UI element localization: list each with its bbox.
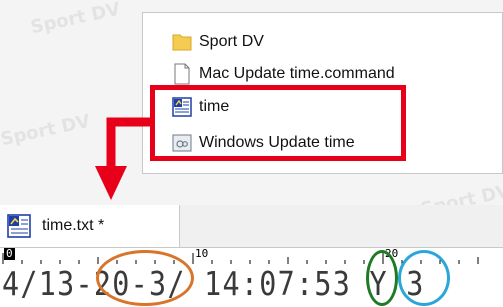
highlight-box: [150, 85, 406, 161]
value-highlight-oval: [398, 250, 450, 306]
tab-bar: time.txt *: [0, 205, 503, 248]
text-editor: time.txt * 0 10 20 4/13-20-3/ 14:07:53 Y…: [0, 205, 503, 307]
folder-icon: [171, 31, 193, 53]
document-icon: [171, 63, 193, 85]
watermark: Sport DV: [28, 0, 123, 39]
watermark: Sport DV: [0, 110, 93, 151]
date-highlight-oval: [96, 250, 194, 306]
year-highlight-oval: [366, 250, 398, 306]
text-file-icon: [6, 213, 32, 239]
ruler-label-0: 0: [4, 247, 15, 260]
ruler-label-10: 10: [195, 247, 209, 260]
tab-title: time.txt *: [42, 217, 105, 234]
file-item-label: Mac Update time.command: [199, 65, 395, 82]
tab-time-txt[interactable]: time.txt *: [0, 205, 180, 247]
file-item-label: Sport DV: [199, 33, 264, 50]
file-item-mac-update[interactable]: Mac Update time.command: [171, 61, 395, 87]
editor-text-line[interactable]: 4/13-20-3/ 14:07:53 Y 3: [2, 264, 425, 304]
file-item-sport-dv[interactable]: Sport DV: [171, 29, 264, 55]
